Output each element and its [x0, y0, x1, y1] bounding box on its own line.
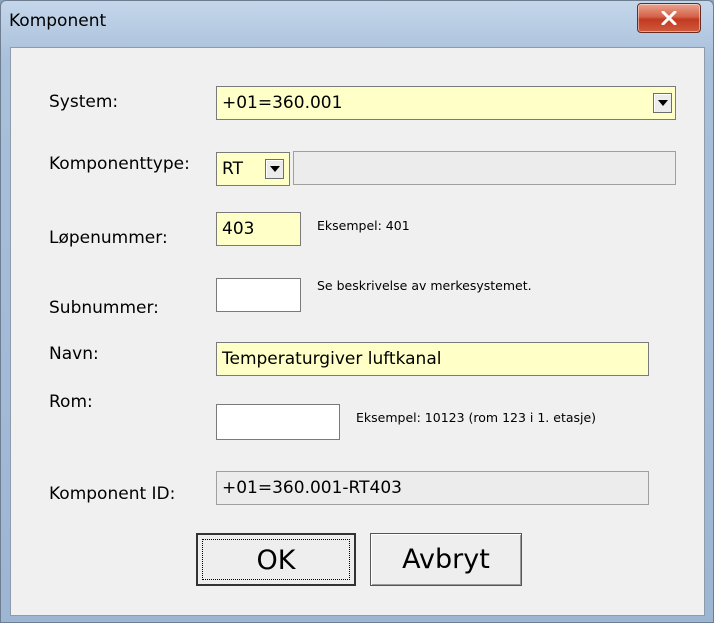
dialog-body: System: +01=360.001 Komponenttype: RT Lø…: [10, 47, 705, 616]
navn-label: Navn:: [49, 344, 99, 364]
subnummer-input[interactable]: [216, 278, 301, 312]
komponenttype-value: RT: [222, 159, 243, 179]
ok-button[interactable]: OK: [196, 533, 356, 586]
komponent-id-value: +01=360.001-RT403: [222, 478, 402, 498]
cancel-button[interactable]: Avbryt: [370, 533, 522, 586]
system-combobox[interactable]: +01=360.001: [216, 86, 676, 120]
subnummer-label: Subnummer:: [49, 298, 159, 318]
system-value: +01=360.001: [222, 93, 343, 113]
lopenummer-label: Løpenummer:: [49, 228, 168, 248]
komponent-id-field: +01=360.001-RT403: [216, 471, 649, 505]
komponent-id-label: Komponent ID:: [49, 484, 176, 504]
subnummer-hint: Se beskrivelse av merkesystemet.: [317, 278, 532, 293]
komponenttype-label: Komponenttype:: [49, 154, 190, 174]
dialog-window: Komponent System: +01=360.001 Komponentt…: [0, 0, 714, 623]
rom-input[interactable]: [216, 404, 340, 440]
focus-rectangle: [202, 539, 350, 580]
chevron-down-icon: [270, 166, 280, 172]
title-bar[interactable]: Komponent: [1, 1, 713, 47]
lopenummer-hint: Eksempel: 401: [317, 218, 410, 233]
navn-value: Temperaturgiver luftkanal: [222, 349, 442, 369]
rom-label: Rom:: [49, 392, 93, 412]
close-icon: [661, 11, 677, 25]
chevron-down-icon: [658, 100, 668, 106]
window-title: Komponent: [9, 11, 107, 31]
lopenummer-input[interactable]: 403: [216, 212, 301, 246]
system-label: System:: [49, 92, 119, 112]
komponenttype-dropdown-button[interactable]: [265, 159, 284, 179]
system-dropdown-button[interactable]: [653, 93, 672, 113]
lopenummer-value: 403: [222, 219, 255, 239]
cancel-label: Avbryt: [402, 544, 490, 575]
komponenttype-description-field: [293, 151, 676, 185]
rom-hint: Eksempel: 10123 (rom 123 i 1. etasje): [356, 410, 597, 425]
close-button[interactable]: [637, 3, 701, 33]
navn-input[interactable]: Temperaturgiver luftkanal: [216, 342, 649, 376]
